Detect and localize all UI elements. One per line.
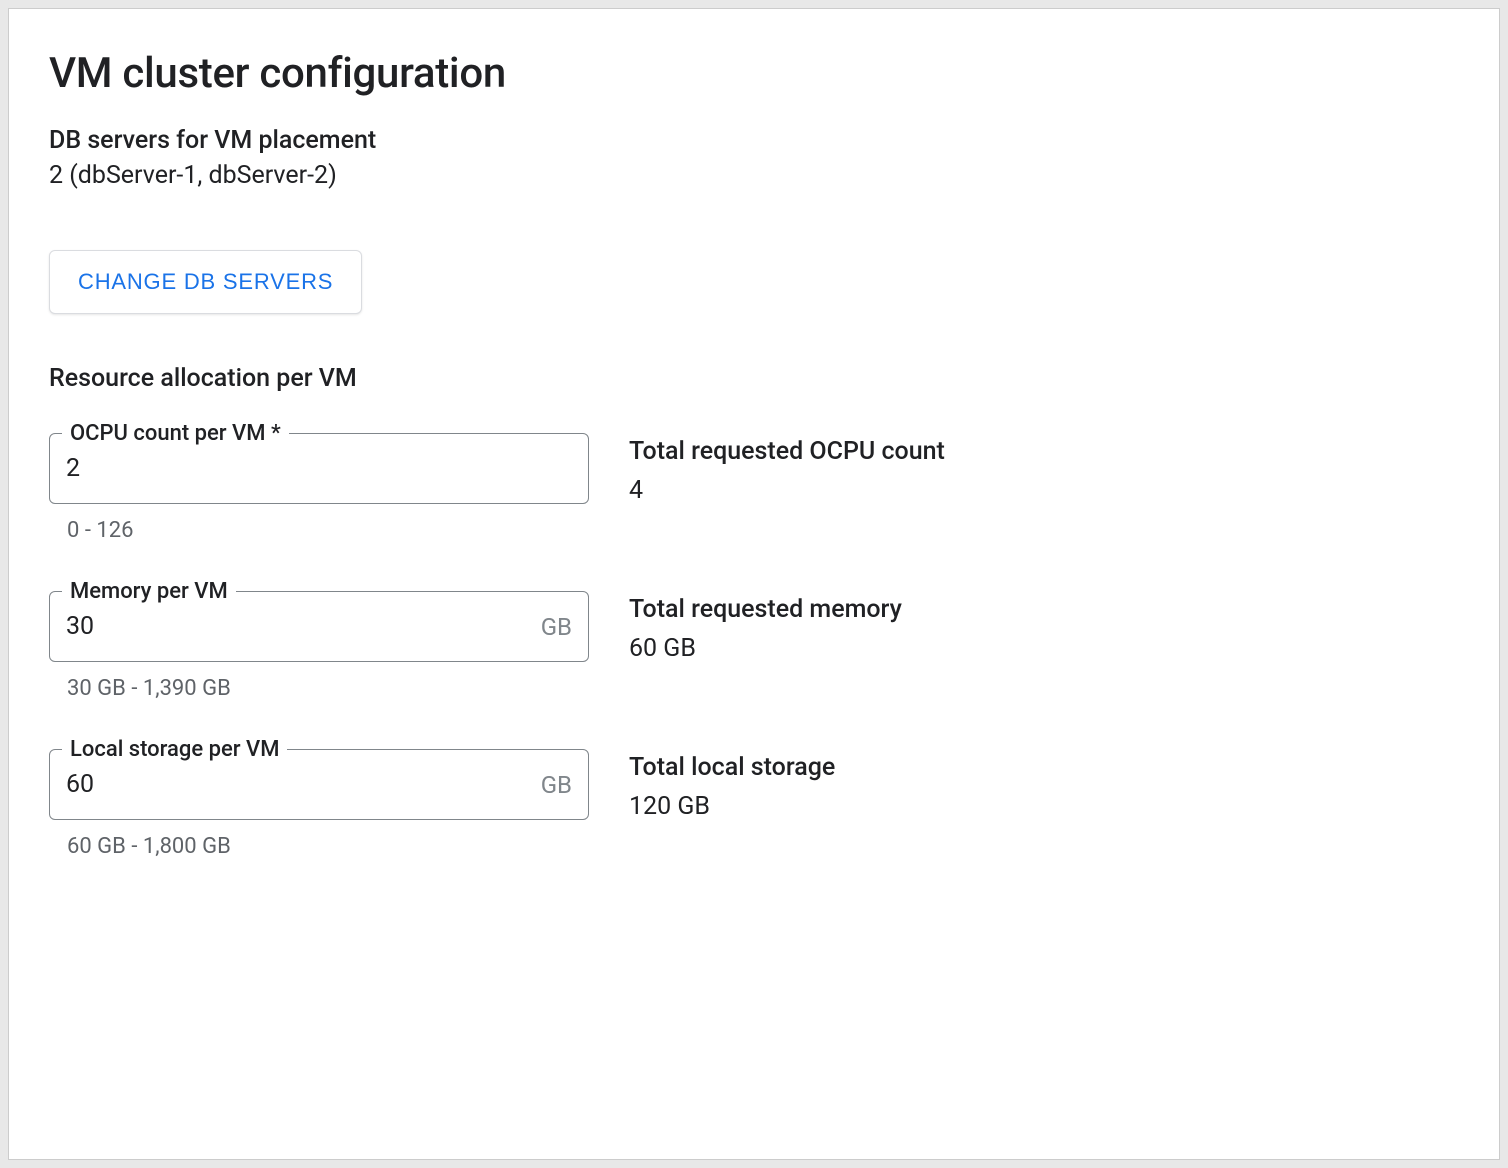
ocpu-total-label: Total requested OCPU count	[629, 437, 945, 466]
db-servers-value: 2 (dbServer-1, dbServer-2)	[49, 161, 1459, 190]
ocpu-row: OCPU count per VM * 0 - 126 Total reques…	[49, 433, 1459, 543]
ocpu-field: OCPU count per VM *	[49, 433, 589, 504]
local-storage-row: Local storage per VM GB 60 GB - 1,800 GB…	[49, 749, 1459, 859]
memory-total-value: 60 GB	[629, 634, 902, 663]
memory-input-column: Memory per VM GB 30 GB - 1,390 GB	[49, 591, 589, 701]
ocpu-field-label: OCPU count per VM *	[62, 421, 289, 446]
memory-field: Memory per VM GB	[49, 591, 589, 662]
ocpu-input-column: OCPU count per VM * 0 - 126	[49, 433, 589, 543]
memory-total-label: Total requested memory	[629, 595, 902, 624]
page-title: VM cluster configuration	[49, 49, 1459, 98]
db-servers-label: DB servers for VM placement	[49, 126, 1459, 155]
ocpu-helper-text: 0 - 126	[67, 518, 589, 543]
resource-allocation-header: Resource allocation per VM	[49, 364, 1459, 393]
memory-field-label: Memory per VM	[62, 579, 236, 604]
vm-cluster-config-panel: VM cluster configuration DB servers for …	[8, 8, 1500, 1160]
local-storage-field: Local storage per VM GB	[49, 749, 589, 820]
local-storage-totals-column: Total local storage 120 GB	[629, 749, 835, 859]
memory-row: Memory per VM GB 30 GB - 1,390 GB Total …	[49, 591, 1459, 701]
local-storage-helper-text: 60 GB - 1,800 GB	[67, 834, 589, 859]
local-storage-total-value: 120 GB	[629, 792, 835, 821]
local-storage-field-label: Local storage per VM	[62, 737, 287, 762]
ocpu-total-value: 4	[629, 476, 945, 505]
local-storage-input[interactable]	[66, 770, 533, 799]
local-storage-input-column: Local storage per VM GB 60 GB - 1,800 GB	[49, 749, 589, 859]
memory-unit-suffix: GB	[541, 613, 572, 641]
memory-helper-text: 30 GB - 1,390 GB	[67, 676, 589, 701]
ocpu-input[interactable]	[66, 454, 572, 483]
ocpu-totals-column: Total requested OCPU count 4	[629, 433, 945, 543]
memory-totals-column: Total requested memory 60 GB	[629, 591, 902, 701]
change-db-servers-button[interactable]: CHANGE DB SERVERS	[49, 250, 362, 314]
local-storage-unit-suffix: GB	[541, 771, 572, 799]
local-storage-total-label: Total local storage	[629, 753, 835, 782]
memory-input[interactable]	[66, 612, 533, 641]
